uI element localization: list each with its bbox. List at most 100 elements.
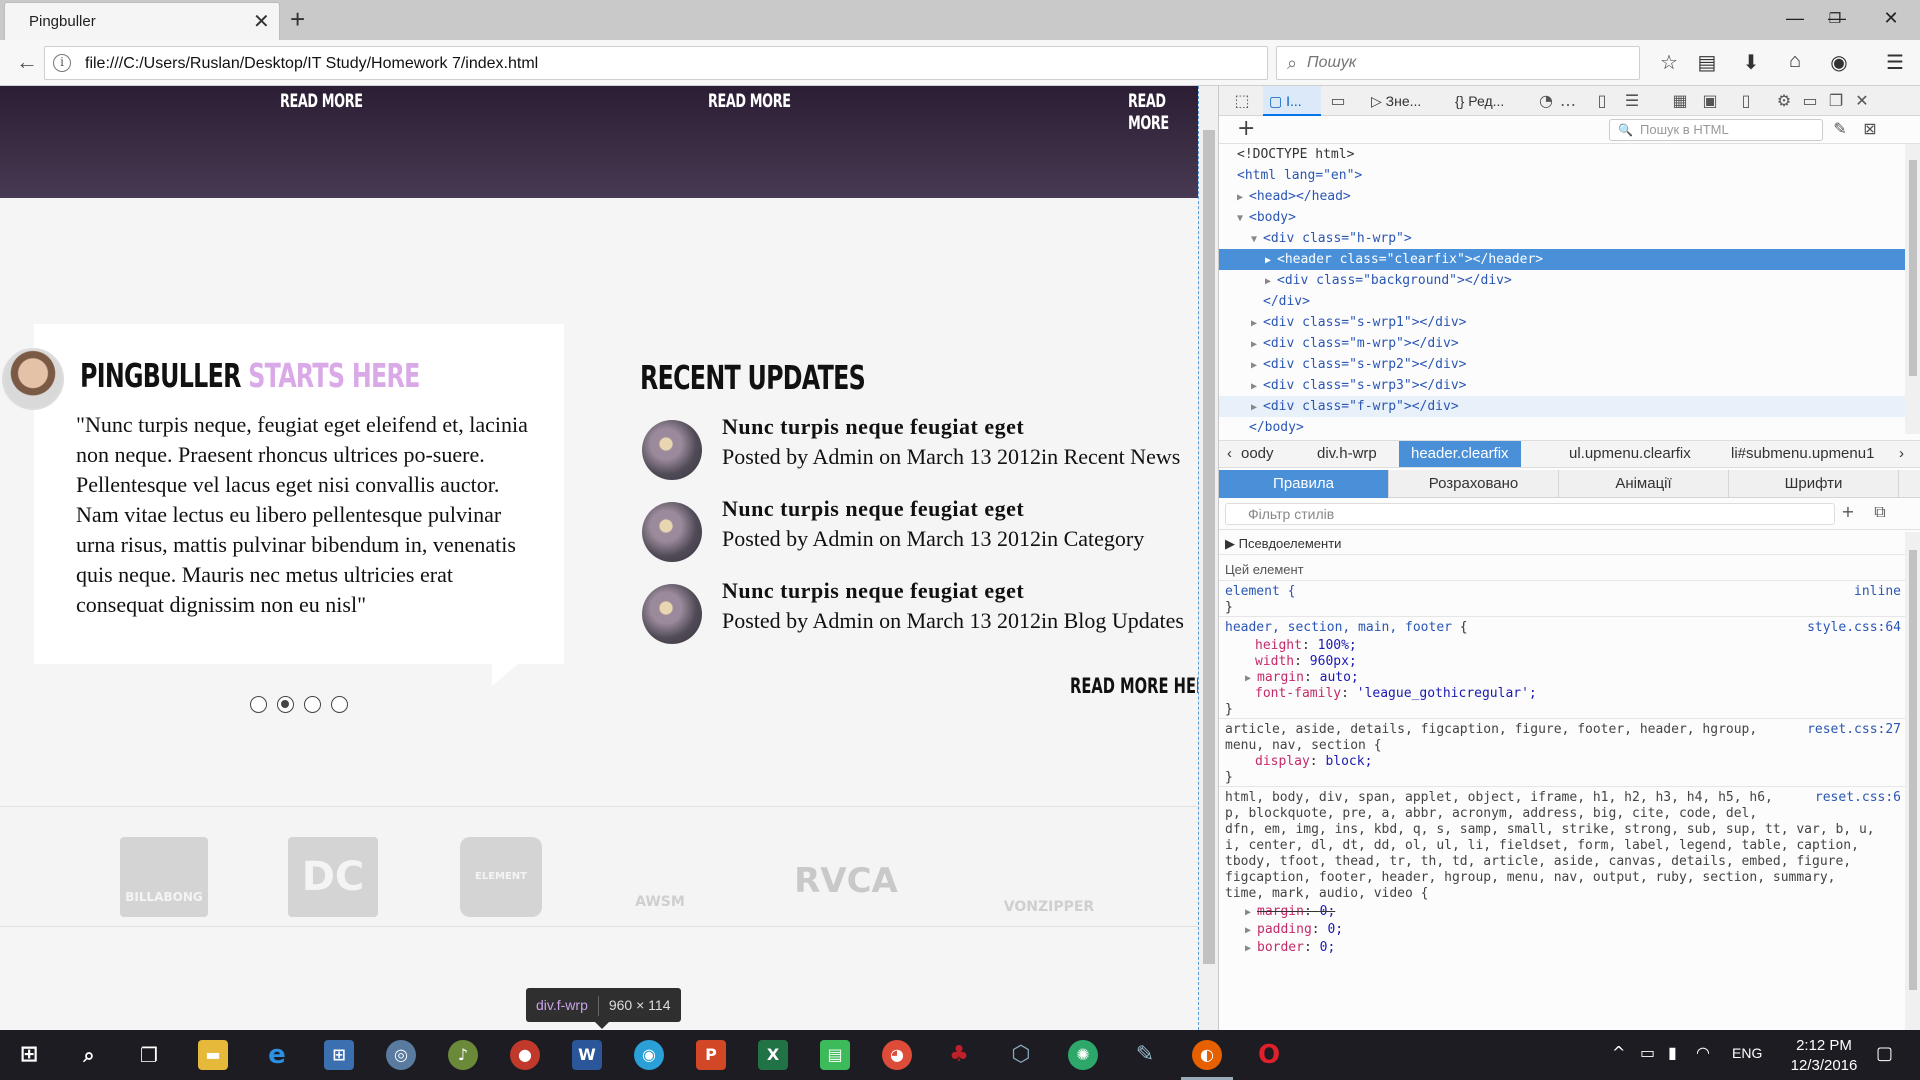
page-scrollbar[interactable] bbox=[1200, 86, 1218, 1030]
rule-source[interactable]: reset.css:27 bbox=[1807, 722, 1901, 737]
rule-source[interactable]: inline bbox=[1854, 584, 1901, 599]
read-more-link-3[interactable]: READ MORE bbox=[1128, 90, 1181, 134]
restore-icon[interactable]: ❐ bbox=[1812, 4, 1858, 32]
file-explorer-icon[interactable]: ▬ bbox=[198, 1040, 228, 1070]
wifi-tray-icon[interactable]: ◠ bbox=[1696, 1043, 1710, 1062]
download-icon[interactable]: ⬇ bbox=[1736, 50, 1766, 78]
breadcrumb-item-selected[interactable]: header.clearfix bbox=[1399, 441, 1521, 467]
settings-gear-icon[interactable]: ⚙ bbox=[1773, 91, 1795, 111]
rule-source[interactable]: reset.css:6 bbox=[1815, 790, 1901, 805]
css-declaration[interactable]: height: 100%; bbox=[1255, 638, 1357, 653]
close-tab-icon[interactable]: ✕ bbox=[253, 9, 270, 34]
more-tools-icon[interactable]: … bbox=[1557, 91, 1579, 111]
browser-tab[interactable]: Pingbuller ✕ bbox=[4, 2, 280, 40]
firefox-icon[interactable]: ◐ bbox=[1192, 1040, 1222, 1070]
dock-bottom-icon[interactable]: ▭ bbox=[1799, 91, 1821, 111]
address-bar[interactable]: i file:///C:/Users/Ruslan/Desktop/IT Stu… bbox=[44, 46, 1294, 81]
page-scroll-thumb[interactable] bbox=[1203, 130, 1215, 964]
performance-icon[interactable]: ◔ bbox=[1535, 91, 1557, 111]
dom-node[interactable]: ▶ <head></head> bbox=[1219, 186, 1905, 207]
word-icon[interactable]: W bbox=[572, 1040, 602, 1070]
slider-dot-active[interactable] bbox=[277, 696, 294, 713]
breadcrumb-scroll-left-icon[interactable]: ‹ bbox=[1227, 441, 1232, 467]
breadcrumb-item[interactable]: ul.upmenu.clearfix bbox=[1569, 441, 1691, 467]
tab-inspector[interactable]: ▢ I... bbox=[1263, 86, 1321, 116]
phone-icon[interactable]: ▯ bbox=[1735, 91, 1757, 111]
toggle-pseudo-icon[interactable]: ⧉ bbox=[1869, 502, 1891, 522]
slider-dot[interactable] bbox=[304, 696, 321, 713]
screenshot-node-icon[interactable]: ⊠ bbox=[1859, 119, 1881, 139]
dom-node[interactable]: ▶ <div class="s-wrp1"></div> bbox=[1219, 312, 1905, 333]
edge-browser-icon[interactable]: e bbox=[262, 1040, 292, 1070]
bookmark-star-icon[interactable]: ☆ bbox=[1654, 50, 1684, 78]
read-more-here-link[interactable]: READ MORE HERE bbox=[1070, 674, 1198, 698]
read-more-link-1[interactable]: READ MORE bbox=[280, 90, 363, 112]
tab-style-editor[interactable]: {} Ред... bbox=[1449, 86, 1529, 116]
rules-scroll-thumb[interactable] bbox=[1909, 550, 1917, 990]
css-declaration[interactable]: display: block; bbox=[1255, 754, 1372, 769]
excel-icon[interactable]: X bbox=[758, 1040, 788, 1070]
breadcrumb-item[interactable]: oody bbox=[1241, 441, 1274, 467]
app-circle-icon[interactable]: ◉ bbox=[634, 1040, 664, 1070]
html-search-input[interactable]: Пошук в HTML bbox=[1609, 119, 1823, 141]
responsive-icon[interactable]: ▯ bbox=[1591, 91, 1613, 111]
action-center-icon[interactable]: ▢ bbox=[1876, 1043, 1893, 1064]
store-icon[interactable]: ⊞ bbox=[324, 1040, 354, 1070]
paint-app-icon[interactable]: ✎ bbox=[1130, 1040, 1160, 1070]
rules-scrollbar[interactable] bbox=[1905, 532, 1920, 1030]
opera-icon[interactable]: O bbox=[1254, 1040, 1284, 1070]
dom-node[interactable]: ▶ <div class="m-wrp"></div> bbox=[1219, 333, 1905, 354]
css-declaration[interactable]: ▶ margin: auto; bbox=[1245, 670, 1359, 685]
record-app-icon[interactable]: ● bbox=[510, 1040, 540, 1070]
tray-expand-icon[interactable]: ^ bbox=[1612, 1043, 1625, 1062]
windows-start-icon[interactable]: ⊞ bbox=[14, 1040, 44, 1070]
dock-window-icon[interactable]: ❐ bbox=[1825, 91, 1847, 111]
dom-node[interactable]: ▶ <div class="s-wrp2"></div> bbox=[1219, 354, 1905, 375]
new-tab-icon[interactable]: + bbox=[290, 4, 305, 35]
search-input[interactable] bbox=[1307, 54, 1627, 72]
slider-dot[interactable] bbox=[250, 696, 267, 713]
tab-computed[interactable]: Розраховано bbox=[1389, 470, 1559, 498]
dom-node[interactable]: </body> bbox=[1219, 417, 1905, 434]
pseudo-elements-toggle[interactable]: ▶ Псевдоелементи bbox=[1225, 536, 1341, 552]
reading-list-icon[interactable]: ▤ bbox=[1692, 50, 1722, 78]
breadcrumb-scroll-right-icon[interactable]: › bbox=[1899, 441, 1904, 467]
cherry-app-icon[interactable]: ♣ bbox=[944, 1040, 974, 1070]
dom-node[interactable]: ▼ <body> bbox=[1219, 207, 1905, 228]
chrome-icon[interactable]: ◕ bbox=[882, 1040, 912, 1070]
dom-node[interactable]: </div> bbox=[1219, 291, 1905, 312]
console-icon[interactable]: ▭ bbox=[1327, 91, 1349, 111]
clock[interactable]: 2:12 PM 12/3/2016 bbox=[1782, 1036, 1866, 1076]
dom-node-selected[interactable]: ▶ <header class="clearfix"></header> bbox=[1219, 249, 1905, 270]
dom-node-hovered[interactable]: ▶ <div class="f-wrp"></div> bbox=[1219, 396, 1905, 417]
breadcrumb-item[interactable]: li#submenu.upmenu1 bbox=[1731, 441, 1874, 467]
close-devtools-icon[interactable]: ✕ bbox=[1851, 91, 1873, 111]
search-icon[interactable]: ⌕ bbox=[74, 1040, 104, 1070]
window-icon[interactable]: ▣ bbox=[1699, 91, 1721, 111]
css-declaration-overridden[interactable]: ▶ margin: 0; bbox=[1245, 904, 1335, 919]
update-title[interactable]: Nunc turpis neque feugiat eget bbox=[722, 496, 1024, 522]
tab-fonts[interactable]: Шрифти bbox=[1729, 470, 1899, 498]
pick-element-icon[interactable]: ⬚ bbox=[1231, 91, 1253, 111]
document-app-icon[interactable]: ▤ bbox=[820, 1040, 850, 1070]
layout-icon[interactable]: ▦ bbox=[1669, 91, 1691, 111]
dom-node[interactable]: <!DOCTYPE html> bbox=[1219, 144, 1905, 165]
eyedropper-icon[interactable]: ✎ bbox=[1829, 119, 1851, 139]
dom-node[interactable]: <html lang="en"> bbox=[1219, 165, 1905, 186]
read-more-link-2[interactable]: READ MORE bbox=[708, 90, 791, 112]
tab-animations[interactable]: Анімації bbox=[1559, 470, 1729, 498]
slider-dot[interactable] bbox=[331, 696, 348, 713]
app-icon[interactable]: ◎ bbox=[386, 1040, 416, 1070]
update-title[interactable]: Nunc turpis neque feugiat eget bbox=[722, 578, 1024, 604]
dom-node[interactable]: ▶ <div class="s-wrp3"></div> bbox=[1219, 375, 1905, 396]
task-view-icon[interactable]: ❐ bbox=[134, 1040, 164, 1070]
powerpoint-icon[interactable]: P bbox=[696, 1040, 726, 1070]
css-declaration[interactable]: ▶ border: 0; bbox=[1245, 940, 1335, 955]
menu-hamburger-icon[interactable]: ☰ bbox=[1880, 50, 1910, 78]
network-app-icon[interactable]: ✺ bbox=[1068, 1040, 1098, 1070]
search-bar[interactable]: ⌕ bbox=[1276, 46, 1640, 80]
css-declaration[interactable]: font-family: 'league_gothicregular'; bbox=[1255, 686, 1537, 701]
back-arrow-icon[interactable]: ← bbox=[12, 49, 42, 77]
update-item[interactable]: Nunc turpis neque feugiat eget Posted by… bbox=[640, 578, 1184, 660]
pocket-icon[interactable]: ◉ bbox=[1824, 50, 1854, 78]
